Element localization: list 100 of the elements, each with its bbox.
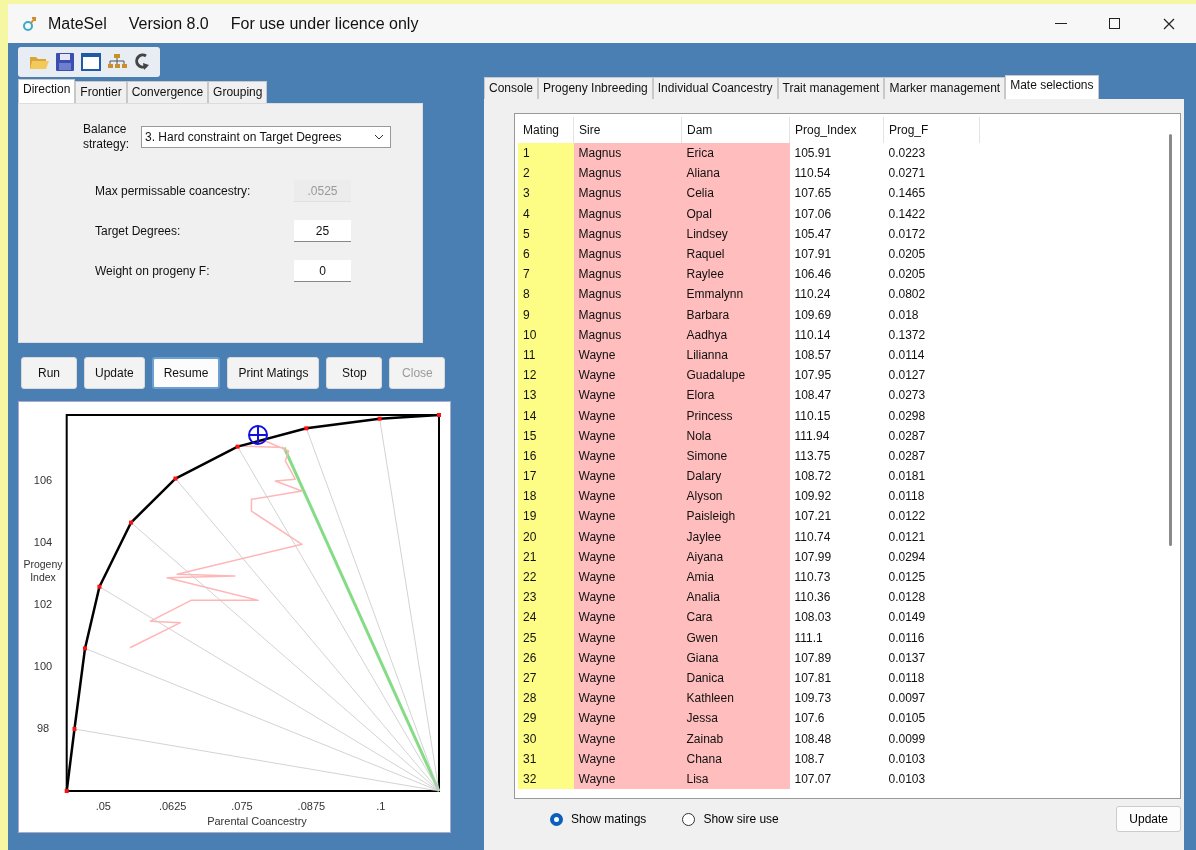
table-cell: 110.74	[789, 526, 884, 547]
table-cell: Erica	[681, 143, 790, 164]
x-tick-label: .05	[95, 800, 111, 812]
table-cell-text: 0.0287	[887, 447, 927, 465]
table-cell: 107.99	[789, 546, 884, 567]
table-cell: 5	[518, 223, 574, 244]
table-cell: 26	[518, 647, 574, 668]
table-cell: 14	[518, 405, 574, 426]
table-cell-text: 0.0802	[887, 286, 927, 304]
table-cell-text: 0.0271	[887, 165, 927, 183]
table-cell: 109.69	[789, 304, 884, 325]
table-cell: 108.47	[789, 385, 884, 406]
table-cell-text: 0.0298	[887, 407, 927, 425]
table-cell: 111.94	[789, 425, 884, 446]
table-cell-text: 0.0118	[887, 488, 926, 506]
table-cell-text: 0.0121	[887, 528, 927, 546]
table-cell: Emmalynn	[681, 284, 790, 305]
y-tick-label: 106	[33, 474, 53, 487]
y-tick-label: 100	[33, 660, 53, 673]
table-cell: 0.0223	[883, 143, 980, 164]
table-cell: 19	[518, 506, 574, 527]
table-cell: 8	[518, 284, 574, 305]
table-cell: Wayne	[573, 365, 682, 386]
table-cell: 2	[518, 163, 574, 184]
table-cell: Wayne	[573, 466, 682, 487]
table-cell: 107.21	[789, 506, 884, 527]
table-cell: Elora	[681, 385, 790, 406]
window-title: MateSel	[48, 14, 107, 33]
table-cell: 110.54	[789, 163, 884, 184]
table-cell: Dalary	[681, 466, 790, 487]
table-cell: Wayne	[573, 506, 682, 527]
table-cell: 110.36	[789, 587, 884, 608]
table-cell: 30	[518, 728, 574, 749]
table-cell-text: 0.0127	[887, 367, 927, 385]
table-cell-text: 0.0103	[887, 750, 927, 768]
table-cell: 110.73	[789, 566, 884, 588]
table-cell: 107.81	[789, 667, 884, 689]
table-cell-text: 0.0125	[887, 569, 927, 587]
table-cell-text: 0.0097	[887, 690, 927, 708]
table-cell-text: 0.0128	[887, 589, 927, 607]
table-cell: Jessa	[681, 708, 790, 729]
table-cell-text: 0.0181	[887, 468, 927, 486]
table-cell-text: 0.1372	[887, 326, 927, 344]
table-cell: Kathleen	[681, 688, 790, 709]
table-cell-text: 0.0118	[887, 669, 926, 687]
table-cell-text: 0.0116	[887, 629, 926, 647]
table-cell: 111.1	[789, 627, 884, 648]
table-cell: 11	[518, 344, 574, 366]
table-cell: Magnus	[573, 284, 682, 305]
table-cell: Magnus	[573, 264, 682, 285]
version-text: Version 8.0	[128, 14, 209, 33]
table-cell: 29	[518, 708, 574, 729]
table-cell: 1	[518, 143, 574, 164]
table-cell: 21	[518, 546, 574, 567]
table-cell: 110.14	[789, 324, 884, 345]
table-cell-text: 0.0122	[887, 508, 927, 526]
table-cell-text: 0.0273	[887, 387, 927, 405]
table-cell: Princess	[681, 405, 790, 426]
table-cell-text: 0.1465	[887, 185, 927, 203]
table-cell: 28	[518, 688, 574, 709]
table-cell: 24	[518, 607, 574, 628]
table-cell-text: 0.0172	[887, 225, 927, 243]
table-cell: Celia	[681, 183, 790, 204]
table-cell: Magnus	[573, 143, 682, 164]
table-cell: 23	[518, 587, 574, 608]
table-cell-text: 0.0294	[887, 548, 927, 566]
table-cell: 25	[518, 627, 574, 648]
table-cell: Wayne	[573, 486, 682, 507]
table-cell: 6	[518, 243, 574, 265]
table-cell: Cara	[681, 607, 790, 628]
x-tick-label: .0625	[158, 800, 187, 812]
table-cell: 107.65	[789, 183, 884, 204]
field-label: Max permissable coancestry:	[95, 184, 251, 198]
table-cell: 10	[518, 324, 574, 345]
table-cell: 110.24	[789, 284, 884, 305]
table-cell: 27	[518, 667, 574, 689]
table-cell-text: 0.0114	[887, 346, 926, 364]
table-cell: 108.48	[789, 728, 884, 749]
table-cell: 107.95	[789, 365, 884, 386]
y-tick-label: 102	[33, 598, 53, 611]
table-cell: 105.47	[789, 223, 884, 244]
y-tick-label: 104	[33, 536, 53, 549]
field-label: Balance strategy:	[83, 122, 131, 152]
table-cell: 18	[518, 486, 574, 507]
x-tick-label: .075	[231, 800, 253, 812]
table-cell-text: 0.018	[887, 306, 920, 324]
table-cell-text: 0.1422	[887, 205, 927, 223]
table-cell: Zainab	[681, 728, 790, 749]
table-cell-text: 0.0099	[887, 730, 927, 748]
table-cell: 32	[518, 768, 574, 789]
table-cell: Paisleigh	[681, 506, 790, 527]
table-cell-text: 0.0137	[887, 649, 927, 667]
table-cell-text: 0.0205	[887, 246, 927, 264]
table-cell-text: 0.0149	[887, 609, 927, 627]
field-label: Weight on progeny F:	[95, 264, 210, 278]
table-cell: 3	[518, 183, 574, 204]
field-label: Target Degrees:	[95, 224, 181, 238]
table-cell: Wayne	[573, 688, 682, 709]
table-cell: 109.73	[789, 688, 884, 709]
table-cell: 110.15	[789, 405, 884, 426]
